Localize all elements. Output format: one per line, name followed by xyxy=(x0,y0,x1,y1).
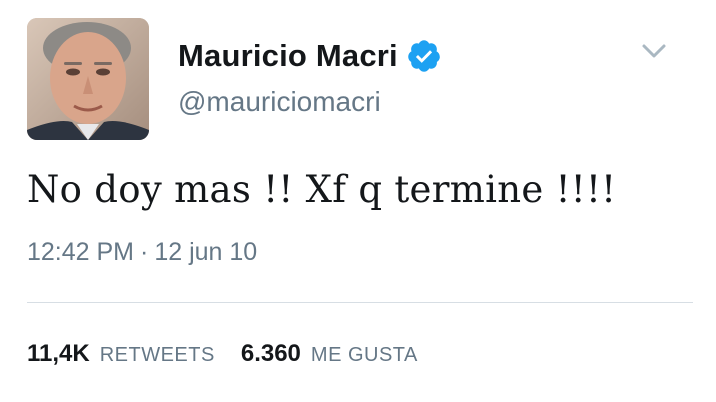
display-name[interactable]: Mauricio Macri xyxy=(178,38,398,74)
timestamp-separator: · xyxy=(140,238,149,266)
tweet-time: 12:42 PM xyxy=(27,238,135,266)
display-name-row: Mauricio Macri xyxy=(178,36,442,76)
tweet-text: No doy mas !! Xf q termine !!!! xyxy=(27,168,617,211)
verified-badge-icon xyxy=(406,38,442,74)
avatar[interactable] xyxy=(27,18,149,140)
tweet-stats: 11,4K RETWEETS 6.360 ME GUSTA xyxy=(27,340,444,368)
tweet-date: 12 jun 10 xyxy=(154,238,258,266)
avatar-photo xyxy=(27,18,149,140)
chevron-down-icon[interactable] xyxy=(640,40,668,62)
likes-label[interactable]: ME GUSTA xyxy=(311,344,418,367)
retweets-count[interactable]: 11,4K xyxy=(27,340,90,368)
username[interactable]: @mauriciomacri xyxy=(178,86,381,118)
tweet-card: Mauricio Macri @mauriciomacri No doy mas… xyxy=(0,0,716,402)
divider xyxy=(27,302,693,303)
retweets-label[interactable]: RETWEETS xyxy=(100,344,215,367)
likes-count[interactable]: 6.360 xyxy=(241,340,301,368)
timestamp[interactable]: 12:42 PM · 12 jun 10 xyxy=(27,238,257,267)
